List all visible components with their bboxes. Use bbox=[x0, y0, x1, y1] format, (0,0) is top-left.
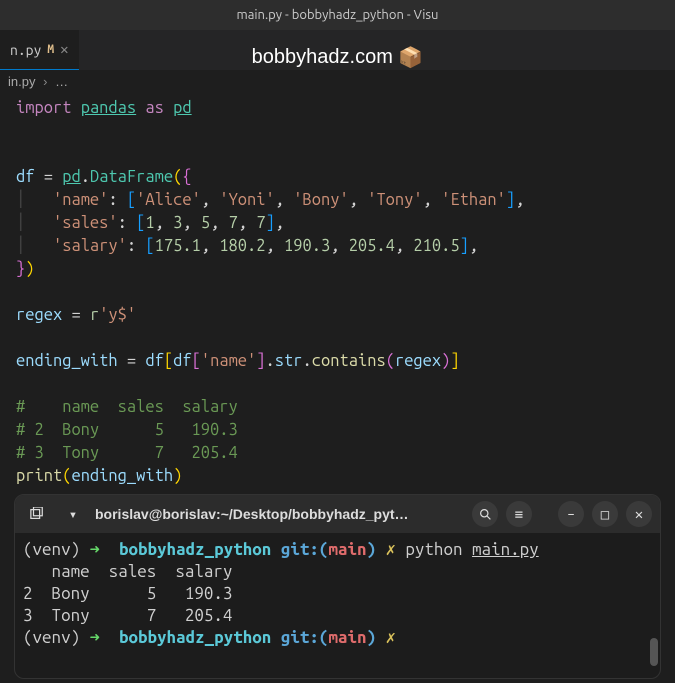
terminal-search-icon[interactable] bbox=[472, 501, 498, 527]
terminal-output[interactable]: (venv) ➜ bobbyhadz_python git:(main) ✗ p… bbox=[15, 533, 660, 655]
terminal-close-icon[interactable]: ✕ bbox=[626, 501, 652, 527]
terminal-scrollbar[interactable] bbox=[650, 638, 658, 666]
breadcrumb-separator: › bbox=[43, 74, 47, 89]
terminal-maximize-icon[interactable]: □ bbox=[592, 501, 618, 527]
terminal-title: borislav@borislav:~/Desktop/bobbyhadz_py… bbox=[95, 506, 464, 522]
terminal-panel: ▾ borislav@borislav:~/Desktop/bobbyhadz_… bbox=[14, 494, 661, 679]
terminal-dropdown-icon[interactable]: ▾ bbox=[59, 500, 87, 528]
tab-label: n.py bbox=[10, 42, 41, 58]
tab-modified-indicator: M bbox=[47, 43, 54, 56]
breadcrumb[interactable]: in.py › … bbox=[0, 70, 675, 93]
tab-close-icon[interactable]: ✕ bbox=[60, 41, 68, 58]
terminal-new-tab-icon[interactable] bbox=[23, 500, 51, 528]
terminal-minimize-icon[interactable]: – bbox=[558, 501, 584, 527]
window-title: main.py - bobbyhadz_python - Visu bbox=[237, 8, 439, 22]
code-editor[interactable]: import pandas as pd df = pd.DataFrame({ … bbox=[0, 93, 675, 492]
terminal-titlebar: ▾ borislav@borislav:~/Desktop/bobbyhadz_… bbox=[15, 495, 660, 533]
tab-bar: n.py M ✕ bbox=[0, 30, 675, 70]
tab-main-py[interactable]: n.py M ✕ bbox=[0, 30, 79, 70]
breadcrumb-file: in.py bbox=[8, 74, 35, 89]
breadcrumb-more: … bbox=[55, 74, 68, 89]
window-titlebar: main.py - bobbyhadz_python - Visu bbox=[0, 0, 675, 30]
terminal-menu-icon[interactable]: ≡ bbox=[506, 501, 532, 527]
